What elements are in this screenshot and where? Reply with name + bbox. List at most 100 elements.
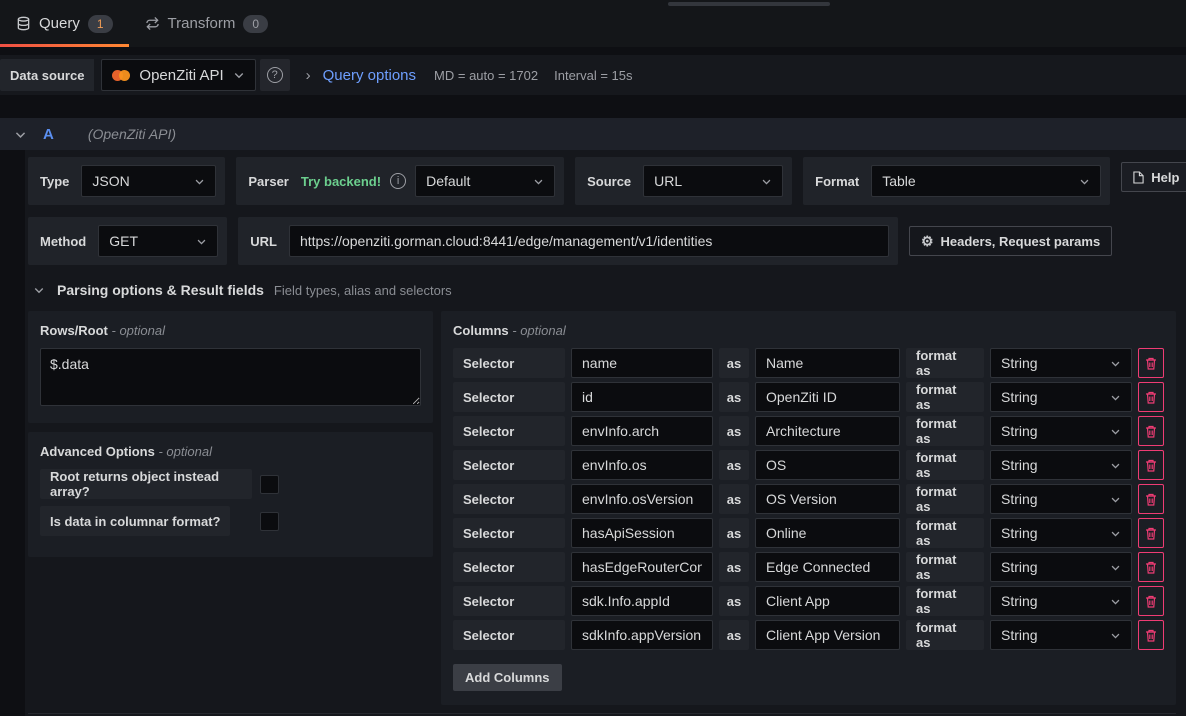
column-format-value: String — [1001, 423, 1038, 439]
chevron-down-icon — [533, 176, 544, 187]
url-input[interactable] — [289, 225, 889, 257]
advanced-option-checkbox[interactable] — [260, 512, 279, 531]
alias-input[interactable] — [755, 586, 900, 616]
column-format-select[interactable]: String — [990, 552, 1132, 582]
alias-input[interactable] — [755, 450, 900, 480]
alias-input[interactable] — [755, 620, 900, 650]
delete-column-button[interactable] — [1138, 552, 1164, 582]
column-format-select[interactable]: String — [990, 484, 1132, 514]
column-row: Selector as format as String — [453, 518, 1164, 548]
column-format-select[interactable]: String — [990, 382, 1132, 412]
format-as-label: format as — [906, 518, 984, 548]
pane-drag-handle[interactable] — [668, 2, 830, 6]
datasource-toolbar: Data source OpenZiti API ? › Query optio… — [0, 55, 1186, 95]
selector-input[interactable] — [571, 416, 713, 446]
datasource-help-button[interactable]: ? — [260, 59, 290, 91]
selector-input[interactable] — [571, 552, 713, 582]
delete-column-button[interactable] — [1138, 518, 1164, 548]
column-format-select[interactable]: String — [990, 348, 1132, 378]
column-format-select[interactable]: String — [990, 620, 1132, 650]
column-format-value: String — [1001, 457, 1038, 473]
alias-input[interactable] — [755, 382, 900, 412]
info-circle-icon[interactable]: i — [390, 173, 406, 189]
as-label: as — [719, 348, 749, 378]
try-backend-hint: Try backend! — [301, 174, 381, 189]
type-label: Type — [37, 174, 72, 189]
delete-column-button[interactable] — [1138, 586, 1164, 616]
alias-input[interactable] — [755, 416, 900, 446]
tab-transform[interactable]: Transform 0 — [129, 0, 284, 47]
columns-optional: - optional — [512, 323, 565, 338]
as-label: as — [719, 620, 749, 650]
query-row-header[interactable]: A (OpenZiti API) — [0, 118, 1186, 150]
rows-root-optional: - optional — [112, 323, 165, 338]
selector-input[interactable] — [571, 620, 713, 650]
column-format-select[interactable]: String — [990, 450, 1132, 480]
advanced-options-panel: Advanced Options - optional Root returns… — [28, 432, 433, 557]
selector-input[interactable] — [571, 348, 713, 378]
parser-value: Default — [426, 173, 470, 189]
datasource-value: OpenZiti API — [139, 67, 223, 84]
format-as-label: format as — [906, 484, 984, 514]
url-field: URL — [238, 217, 898, 265]
delete-column-button[interactable] — [1138, 450, 1164, 480]
selector-label: Selector — [453, 620, 565, 650]
type-select[interactable]: JSON — [81, 165, 216, 197]
as-label: as — [719, 586, 749, 616]
datasource-picker[interactable]: OpenZiti API — [101, 59, 255, 91]
selector-label: Selector — [453, 382, 565, 412]
parser-select[interactable]: Default — [415, 165, 555, 197]
advanced-option-checkbox[interactable] — [260, 475, 279, 494]
column-format-value: String — [1001, 559, 1038, 575]
chevron-down-icon — [761, 176, 772, 187]
method-select[interactable]: GET — [98, 225, 218, 257]
column-format-value: String — [1001, 627, 1038, 643]
add-columns-button[interactable]: Add Columns — [453, 664, 562, 691]
selector-input[interactable] — [571, 518, 713, 548]
parsing-options-header[interactable]: Parsing options & Result fields Field ty… — [33, 282, 1176, 298]
help-button[interactable]: Help — [1121, 162, 1186, 192]
type-field: Type JSON — [28, 157, 225, 205]
column-row: Selector as format as String — [453, 552, 1164, 582]
delete-column-button[interactable] — [1138, 382, 1164, 412]
column-format-select[interactable]: String — [990, 586, 1132, 616]
trash-icon — [1145, 391, 1157, 404]
source-field: Source URL — [575, 157, 792, 205]
column-format-select[interactable]: String — [990, 518, 1132, 548]
selector-input[interactable] — [571, 586, 713, 616]
headers-request-params-button[interactable]: ⚙ Headers, Request params — [909, 226, 1112, 256]
selector-input[interactable] — [571, 382, 713, 412]
selector-input[interactable] — [571, 450, 713, 480]
advanced-option-row: Is data in columnar format? — [40, 506, 421, 536]
alias-input[interactable] — [755, 518, 900, 548]
rows-root-input[interactable]: $.data — [40, 348, 421, 406]
format-select[interactable]: Table — [871, 165, 1101, 197]
column-format-value: String — [1001, 491, 1038, 507]
selector-input[interactable] — [571, 484, 713, 514]
selector-label: Selector — [453, 450, 565, 480]
collapse-chevron-icon[interactable] — [14, 128, 27, 141]
column-row: Selector as format as String — [453, 416, 1164, 446]
collapse-chevron-icon — [33, 284, 45, 296]
tab-query[interactable]: Query 1 — [0, 0, 129, 47]
datasource-label: Data source — [0, 59, 94, 91]
alias-input[interactable] — [755, 552, 900, 582]
trash-icon — [1145, 425, 1157, 438]
columns-panel: Columns - optional Selector as format as… — [441, 311, 1176, 705]
chevron-down-icon — [1110, 460, 1121, 471]
column-format-select[interactable]: String — [990, 416, 1132, 446]
selector-label: Selector — [453, 586, 565, 616]
query-datasource-hint: (OpenZiti API) — [88, 126, 176, 142]
parsing-options-subtitle: Field types, alias and selectors — [274, 283, 452, 298]
source-select[interactable]: URL — [643, 165, 783, 197]
type-value: JSON — [92, 173, 129, 189]
delete-column-button[interactable] — [1138, 348, 1164, 378]
delete-column-button[interactable] — [1138, 416, 1164, 446]
alias-input[interactable] — [755, 348, 900, 378]
alias-input[interactable] — [755, 484, 900, 514]
column-row: Selector as format as String — [453, 484, 1164, 514]
delete-column-button[interactable] — [1138, 620, 1164, 650]
delete-column-button[interactable] — [1138, 484, 1164, 514]
query-options-toggle[interactable]: Query options — [323, 67, 416, 84]
as-label: as — [719, 382, 749, 412]
